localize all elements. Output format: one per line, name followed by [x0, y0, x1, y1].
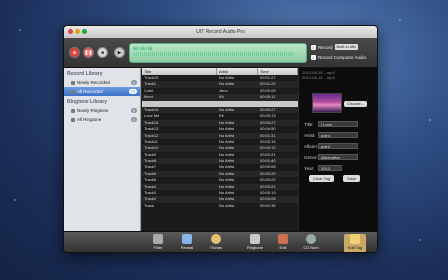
count-badge: 72 [128, 89, 137, 94]
list-rows: Track15 No Artist 00:01:27 Track1 No Artist 0… [142, 75, 298, 209]
edit-tag-label: Edit Tag [347, 245, 363, 250]
title-cell: Track [144, 202, 154, 208]
folder-icon [182, 234, 192, 244]
tag-editor-panel: 2013-08-15 ...mp3 2013-08-15 ...mp3 Choo… [299, 68, 377, 231]
table-row[interactable]: Track No Artist 00:02:35 [142, 203, 298, 209]
ringtone-label: Ringtone [246, 245, 263, 250]
column-header-title[interactable]: Title [142, 68, 217, 75]
play-button[interactable]: ▶ [114, 47, 125, 58]
itunes-icon [211, 234, 221, 244]
clear-tag-button[interactable]: Clear Tag [309, 175, 335, 182]
filter-icon [153, 234, 163, 244]
folder-icon [71, 89, 75, 94]
itunes-label: iTunes [210, 245, 222, 250]
genre-select[interactable]: Alternative [318, 154, 358, 160]
sidebar-item-all-recorded[interactable]: All Recorded 72 [64, 87, 140, 96]
itunes-button[interactable]: iTunes [205, 234, 227, 252]
filter-button[interactable]: Filter [147, 234, 169, 252]
record-label: Record [318, 44, 333, 50]
record-library-heading: Record Library [67, 71, 103, 77]
album-input[interactable]: point [318, 143, 358, 149]
edit-label: Edit [279, 245, 287, 250]
title-bar: UIT Record Audio Pro [64, 26, 377, 38]
sidebar-item-label: Newly Recorded [77, 80, 111, 85]
tag-icon [350, 234, 360, 244]
sidebar-item-all-ringtone[interactable]: All Ringtone 0 [64, 115, 140, 124]
folder-icon [71, 80, 75, 85]
scissors-icon [278, 234, 288, 244]
record-options: ✓ Record Built-in Mic ✓ Record Computer … [311, 42, 366, 62]
toolbar: ● ❚❚ ■ ▶ 00:00:00 ✓ Record Built-in Mic … [64, 38, 377, 68]
record-checkbox[interactable]: ✓ [311, 44, 316, 50]
sidebar-item-newly-ringtone[interactable]: Newly Ringtone 0 [64, 106, 140, 115]
album-cover-image [312, 93, 342, 113]
zoom-window-button[interactable] [82, 29, 87, 34]
filter-label: Filter [153, 245, 163, 250]
minimize-window-button[interactable] [75, 29, 80, 34]
artist-input[interactable]: point [318, 132, 358, 138]
list-header: Title Artist Time [142, 68, 298, 75]
choose-cover-button[interactable]: Choose... [344, 101, 368, 107]
sidebar-item-label: All Recorded [77, 89, 103, 94]
column-header-time[interactable]: Time [258, 68, 298, 75]
time-cell: 00:02:35 [260, 202, 276, 208]
year-input[interactable]: 2013 [318, 165, 342, 171]
title-label: Title: [304, 121, 314, 127]
reveal-label: Reveal [180, 245, 194, 250]
sidebar-item-label: Newly Ringtone [77, 108, 109, 113]
file-info-line: 2013-08-15 ...mp3 [302, 75, 335, 80]
save-tag-button[interactable]: Save [343, 175, 361, 182]
window-title: UIT Record Audio Pro [196, 29, 245, 35]
genre-field-row: Genre: Alternative [304, 154, 358, 160]
count-badge: 0 [130, 108, 137, 113]
genre-label: Genre: [304, 154, 318, 160]
app-window: UIT Record Audio Pro ● ❚❚ ■ ▶ 00:00:00 ✓… [63, 25, 378, 253]
sidebar-item-newly-recorded[interactable]: Newly Recorded 0 [64, 78, 140, 87]
disc-icon [306, 234, 316, 244]
artist-field-row: Artist: point [304, 132, 358, 138]
count-badge: 0 [130, 80, 137, 85]
edit-button[interactable]: Edit [272, 234, 294, 252]
bell-icon [250, 234, 260, 244]
track-list: Title Artist Time Track15 No Artist 00:01:… [142, 68, 298, 231]
cd-burn-label: CD Burn [303, 245, 319, 250]
waveform-strip [134, 52, 294, 56]
pause-button[interactable]: ❚❚ [83, 47, 94, 58]
year-field-row: Year: 2013 [304, 165, 342, 171]
record-computer-label: Record Computer Audio [318, 54, 367, 60]
ringtone-button[interactable]: Ringtone [244, 234, 266, 252]
year-label: Year: [304, 165, 315, 171]
album-field-row: Album: point [304, 143, 358, 149]
ringtone-library-heading: Ringtone Library [67, 99, 108, 105]
reveal-button[interactable]: Reveal [176, 234, 198, 252]
artist-cell: No Artist [219, 202, 235, 208]
album-label: Album: [304, 143, 319, 149]
column-header-artist[interactable]: Artist [217, 68, 258, 75]
title-input[interactable]: I Love [318, 121, 358, 127]
edit-tag-button[interactable]: Edit Tag [344, 234, 366, 252]
artist-label: Artist: [304, 132, 316, 138]
sidebar-item-label: All Ringtone [77, 117, 102, 122]
source-select[interactable]: Built-in Mic [334, 44, 359, 50]
record-button[interactable]: ● [69, 47, 80, 58]
sidebar: Record Library Newly Recorded 0 All Reco… [64, 68, 141, 231]
bottom-toolbar: Filter Reveal iTunes Ringtone Edit CD Bu… [64, 231, 377, 252]
bell-icon [71, 117, 75, 122]
play-icon: ▶ [117, 49, 122, 56]
bell-icon [71, 108, 75, 113]
record-icon: ● [72, 49, 77, 56]
waveform-display: 00:00:00 [129, 43, 307, 63]
stop-icon: ■ [100, 49, 105, 56]
title-field-row: Title: I Love [304, 121, 358, 127]
stop-button[interactable]: ■ [97, 47, 108, 58]
close-window-button[interactable] [68, 29, 73, 34]
count-badge: 0 [130, 117, 137, 122]
file-info: 2013-08-15 ...mp3 2013-08-15 ...mp3 [299, 68, 377, 82]
pause-icon: ❚❚ [84, 49, 93, 56]
record-computer-checkbox[interactable]: ✓ [311, 54, 316, 60]
time-readout: 00:00:00 [133, 46, 153, 51]
cd-burn-button[interactable]: CD Burn [300, 234, 322, 252]
